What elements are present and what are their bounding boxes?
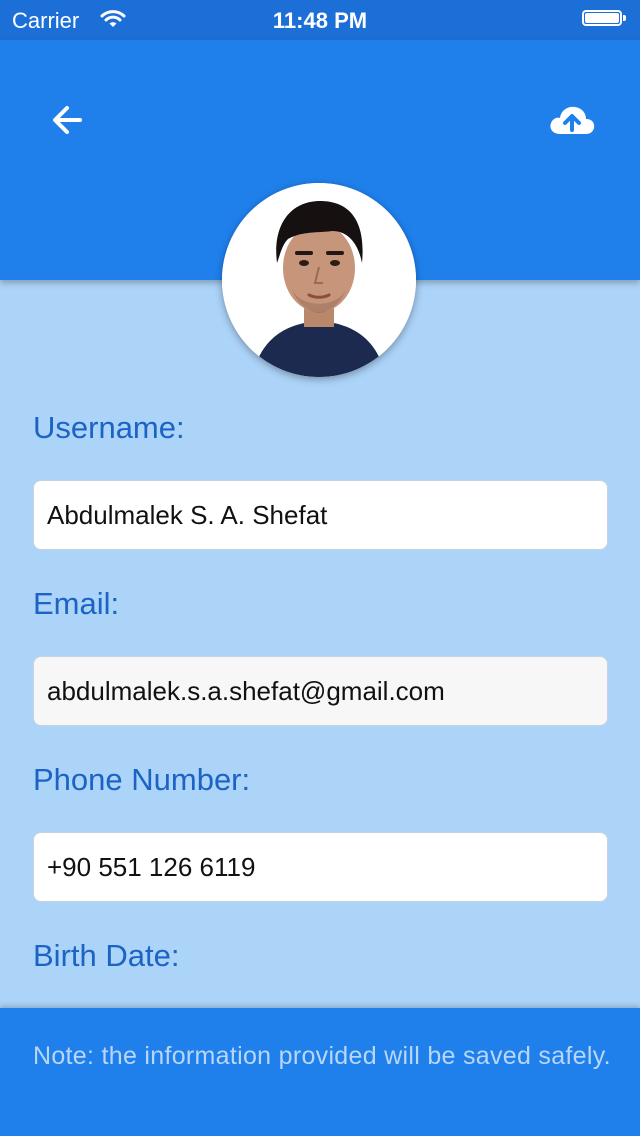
email-label: Email: (33, 586, 120, 621)
username-input[interactable]: Abdulmalek S. A. Shefat (33, 480, 608, 550)
phone-label: Phone Number: (33, 762, 251, 797)
email-field[interactable]: abdulmalek.s.a.shefat@gmail.com (33, 656, 608, 726)
clock: 11:48 PM (272, 8, 368, 33)
footer-note: Note: the information provided will be s… (33, 1042, 611, 1070)
username-label: Username: (33, 410, 185, 445)
back-button[interactable] (44, 96, 92, 144)
arrow-left-icon (53, 106, 82, 134)
status-bar: Carrier 11:48 PM (0, 0, 640, 40)
cloud-upload-icon (550, 106, 595, 134)
upload-button[interactable] (546, 98, 598, 142)
profile-avatar[interactable] (222, 183, 416, 377)
footer-bar: Note: the information provided will be s… (0, 1008, 640, 1136)
phone-input[interactable]: +90 551 126 6119 (33, 832, 608, 902)
birth-date-label: Birth Date: (33, 938, 180, 973)
battery-icon (582, 10, 628, 28)
profile-photo (222, 183, 416, 377)
